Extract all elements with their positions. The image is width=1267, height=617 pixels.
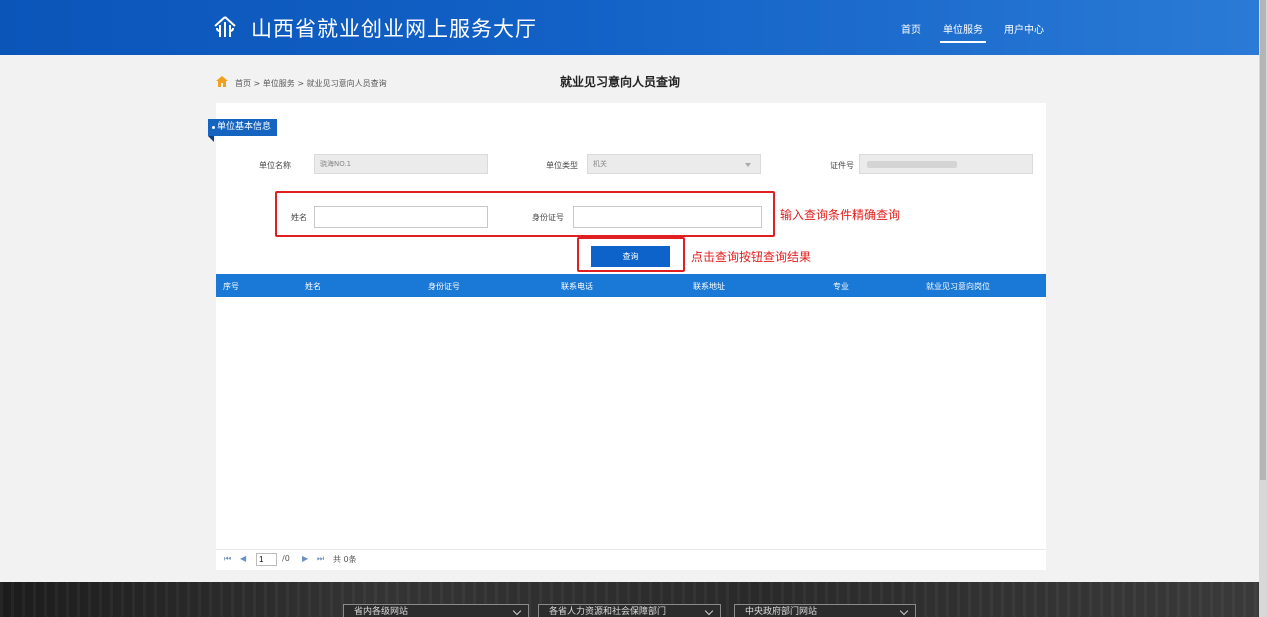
col-phone: 联系电话 [561, 282, 593, 291]
first-page-icon[interactable]: ⏮ [224, 554, 231, 564]
breadcrumb: 首页 > 单位服务 > 就业见习意向人员查询 [235, 78, 387, 89]
chevron-down-icon [745, 163, 751, 167]
col-intended-position: 就业见习意向岗位 [926, 282, 990, 291]
footer-select-central-gov-sites[interactable]: 中央政府部门网站 [734, 604, 916, 617]
scrollbar-thumb[interactable] [1260, 0, 1266, 480]
chevron-down-icon [899, 606, 909, 616]
site-title: 山西省就业创业网上服务大厅 [251, 17, 537, 41]
site-logo-icon [214, 16, 236, 37]
annotation-button-hint: 点击查询按钮查询结果 [691, 250, 812, 264]
footer-select-label: 省内各级网站 [354, 607, 409, 617]
col-index: 序号 [223, 282, 239, 291]
total-count: 共 0条 [333, 555, 357, 564]
breadcrumb-home[interactable]: 首页 [235, 79, 251, 88]
page-title: 就业见习意向人员查询 [560, 75, 681, 89]
page-scrollbar[interactable] [1259, 0, 1267, 617]
unit-type-select: 机关 [587, 154, 761, 174]
cert-number-label: 证件号 [830, 161, 854, 170]
breadcrumb-unit-service[interactable]: 单位服务 [263, 79, 295, 88]
site-header: 山西省就业创业网上服务大厅 首页 单位服务 用户中心 [0, 0, 1267, 55]
annotation-input-hint: 输入查询条件精确查询 [780, 208, 901, 222]
chevron-down-icon [704, 606, 714, 616]
breadcrumb-current: 就业见习意向人员查询 [306, 79, 387, 88]
nav-unit-service[interactable]: 单位服务 [940, 21, 986, 43]
footer-select-provincial-sites[interactable]: 省内各级网站 [343, 604, 529, 617]
next-page-icon[interactable]: ▶ [302, 554, 308, 563]
col-id-number: 身份证号 [428, 282, 460, 291]
footer-select-label: 中央政府部门网站 [745, 607, 818, 617]
pager-divider [216, 549, 1046, 550]
nav-home[interactable]: 首页 [901, 21, 921, 36]
unit-name-value: 骁海NO.1 [320, 160, 352, 168]
breadcrumb-sep: > [297, 79, 305, 88]
col-major: 专业 [833, 282, 849, 291]
unit-type-value: 机关 [593, 160, 607, 168]
section-title-unit-info: 单位基本信息 [208, 119, 278, 142]
home-icon [216, 76, 228, 87]
page-number-input[interactable] [256, 553, 277, 566]
results-table-header: 序号 姓名 身份证号 联系电话 联系地址 专业 就业见习意向岗位 [216, 274, 1046, 297]
col-address: 联系地址 [693, 282, 725, 291]
col-name: 姓名 [305, 282, 321, 291]
nav-user-center[interactable]: 用户中心 [1004, 21, 1044, 36]
id-number-input[interactable] [573, 206, 762, 228]
total-pages: /0 [282, 554, 290, 563]
name-label: 姓名 [291, 213, 307, 222]
id-number-label: 身份证号 [532, 213, 564, 222]
footer-select-label: 各省人力资源和社会保障部门 [549, 607, 667, 617]
breadcrumb-sep: > [253, 79, 261, 88]
chevron-down-icon [512, 606, 522, 616]
unit-type-label: 单位类型 [546, 161, 578, 170]
footer-select-hr-departments[interactable]: 各省人力资源和社会保障部门 [538, 604, 721, 617]
last-page-icon[interactable]: ⏭ [317, 554, 324, 564]
name-input[interactable] [314, 206, 488, 228]
unit-name-label: 单位名称 [259, 161, 291, 170]
prev-page-icon[interactable]: ◀ [240, 554, 246, 563]
cert-number-field [859, 154, 1033, 174]
query-button[interactable]: 查询 [591, 246, 670, 267]
unit-name-field: 骁海NO.1 [314, 154, 488, 174]
blurred-cert-number [867, 161, 957, 168]
